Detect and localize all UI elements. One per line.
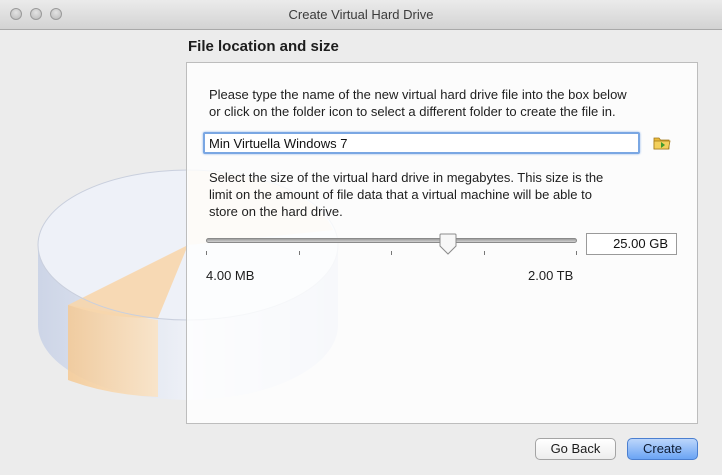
slider-tick: [484, 251, 485, 255]
window-title: Create Virtual Hard Drive: [288, 7, 434, 22]
slider-min-label: 4.00 MB: [206, 268, 255, 283]
location-instruction-line2: or click on the folder icon to select a …: [209, 104, 616, 119]
slider-tick: [206, 251, 207, 255]
disk-size-field[interactable]: 25.00 GB: [586, 233, 677, 255]
size-slider-track[interactable]: [206, 238, 577, 243]
section-heading: File location and size: [188, 38, 339, 55]
slider-tick: [391, 251, 392, 255]
file-name-input[interactable]: [203, 132, 640, 154]
folder-browse-icon[interactable]: [653, 135, 671, 151]
dialog-window: Create Virtual Hard Drive File location …: [0, 0, 722, 475]
slider-tick: [299, 251, 300, 255]
title-bar: Create Virtual Hard Drive: [0, 0, 722, 30]
slider-tick: [576, 251, 577, 255]
go-back-button[interactable]: Go Back: [535, 438, 616, 460]
slider-max-label: 2.00 TB: [528, 268, 574, 283]
create-button[interactable]: Create: [627, 438, 698, 460]
size-instruction-line3: store on the hard drive.: [209, 204, 343, 219]
size-slider-thumb[interactable]: [438, 233, 458, 255]
